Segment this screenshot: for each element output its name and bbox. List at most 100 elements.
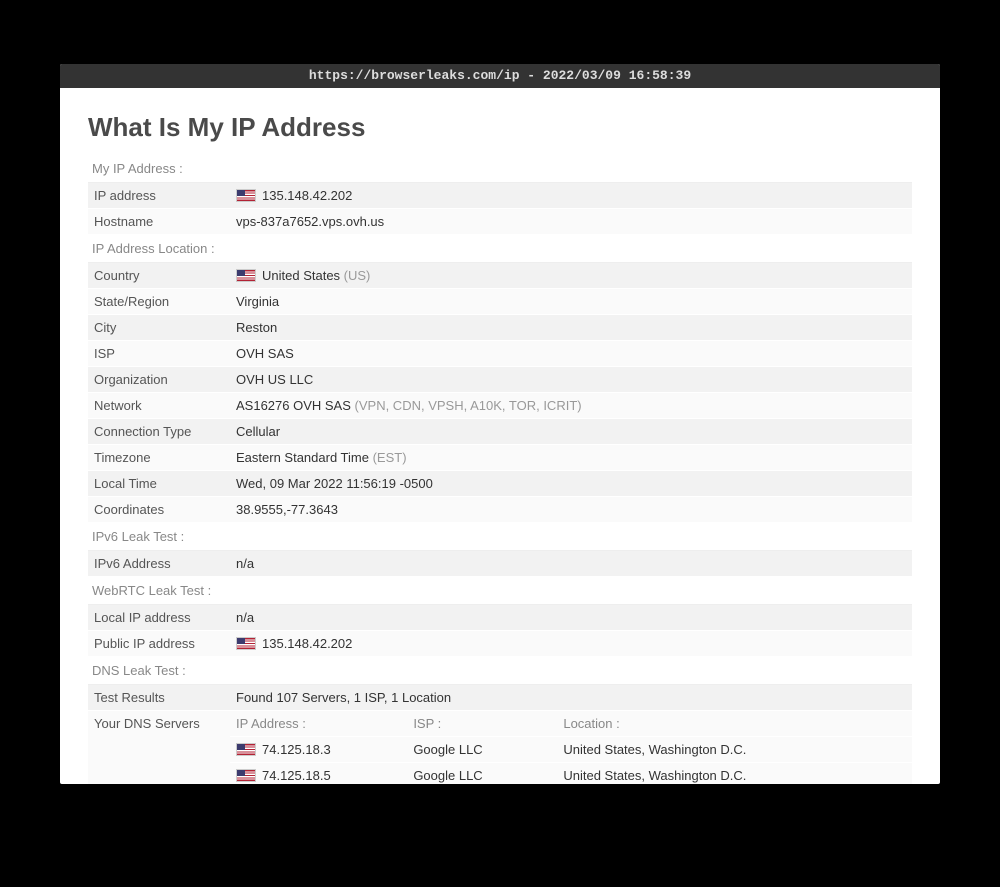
info-value: United States (US)	[230, 263, 912, 289]
dns-server-isp: Google LLC	[407, 763, 557, 785]
info-row: Local IP address n/a	[88, 605, 912, 631]
info-label: City	[88, 315, 230, 341]
info-label: Connection Type	[88, 419, 230, 445]
section-heading-webrtc: WebRTC Leak Test :	[88, 577, 912, 605]
dns-server-ip: 74.125.18.3	[230, 737, 407, 763]
info-value-text: 38.9555,-77.3643	[236, 502, 338, 517]
app-window: https://browserleaks.com/ip - 2022/03/09…	[60, 64, 940, 784]
info-row: Public IP address 135.148.42.202	[88, 631, 912, 657]
info-value: Eastern Standard Time (EST)	[230, 445, 912, 471]
info-value: AS16276 OVH SAS (VPN, CDN, VPSH, A10K, T…	[230, 393, 912, 419]
us-flag-icon	[236, 637, 256, 650]
dns-test-results-label: Test Results	[88, 685, 230, 711]
info-value-text: Wed, 09 Mar 2022 11:56:19 -0500	[236, 476, 433, 491]
info-label: IPv6 Address	[88, 551, 230, 577]
info-label: Local Time	[88, 471, 230, 497]
dns-table: Test Results Found 107 Servers, 1 ISP, 1…	[88, 685, 912, 784]
section-heading-location: IP Address Location :	[88, 235, 912, 263]
info-label: Local IP address	[88, 605, 230, 631]
page-content: What Is My IP Address My IP Address : IP…	[60, 88, 940, 784]
info-label: Public IP address	[88, 631, 230, 657]
info-value: Cellular	[230, 419, 912, 445]
info-row: Connection Type Cellular	[88, 419, 912, 445]
info-value-text: AS16276 OVH SAS	[236, 398, 351, 413]
info-value-text: Cellular	[236, 424, 280, 439]
info-value-text: Reston	[236, 320, 277, 335]
section-heading-ipv6: IPv6 Leak Test :	[88, 523, 912, 551]
info-value: Reston	[230, 315, 912, 341]
dns-servers-table: IP Address : ISP : Location : 74.125.18.…	[230, 711, 912, 784]
info-value-muted: (US)	[340, 268, 370, 283]
info-value: n/a	[230, 551, 912, 577]
dns-col-location: Location :	[557, 711, 912, 737]
info-value-muted: (VPN, CDN, VPSH, A10K, TOR, ICRIT)	[351, 398, 582, 413]
info-value-muted: (EST)	[369, 450, 407, 465]
info-value-text: n/a	[236, 556, 254, 571]
info-label: ISP	[88, 341, 230, 367]
info-row: Hostname vps-837a7652.vps.ovh.us	[88, 209, 912, 235]
dns-servers-cell: IP Address : ISP : Location : 74.125.18.…	[230, 711, 912, 785]
dns-test-results-value: Found 107 Servers, 1 ISP, 1 Location	[230, 685, 912, 711]
info-value-text: n/a	[236, 610, 254, 625]
info-value: 38.9555,-77.3643	[230, 497, 912, 523]
dns-server-ip-text: 74.125.18.5	[262, 768, 331, 783]
info-row: State/Region Virginia	[88, 289, 912, 315]
info-value-text: OVH US LLC	[236, 372, 313, 387]
us-flag-icon	[236, 743, 256, 756]
us-flag-icon	[236, 269, 256, 282]
window-titlebar: https://browserleaks.com/ip - 2022/03/09…	[60, 64, 940, 88]
info-row: IP address 135.148.42.202	[88, 183, 912, 209]
info-row: CountryUnited States (US)	[88, 263, 912, 289]
info-value: Virginia	[230, 289, 912, 315]
info-row: Coordinates 38.9555,-77.3643	[88, 497, 912, 523]
info-value: OVH US LLC	[230, 367, 912, 393]
info-label: Organization	[88, 367, 230, 393]
info-row: NetworkAS16276 OVH SAS (VPN, CDN, VPSH, …	[88, 393, 912, 419]
info-label: IP address	[88, 183, 230, 209]
info-value: Wed, 09 Mar 2022 11:56:19 -0500	[230, 471, 912, 497]
info-value-text: United States	[262, 268, 340, 283]
page-title: What Is My IP Address	[88, 112, 912, 143]
my-ip-table: IP address 135.148.42.202 Hostname vps-837a…	[88, 183, 912, 235]
info-label: Hostname	[88, 209, 230, 235]
dns-servers-label: Your DNS Servers	[88, 711, 230, 785]
info-row: ISP OVH SAS	[88, 341, 912, 367]
info-label: Timezone	[88, 445, 230, 471]
dns-server-location: United States, Washington D.C.	[557, 737, 912, 763]
dns-server-row: 74.125.18.3 Google LLCUnited States, Wash…	[230, 737, 912, 763]
info-value: n/a	[230, 605, 912, 631]
info-value-text: 135.148.42.202	[262, 636, 352, 651]
info-label: Country	[88, 263, 230, 289]
dns-server-row: 74.125.18.5 Google LLCUnited States, Wash…	[230, 763, 912, 785]
info-value-text: vps-837a7652.vps.ovh.us	[236, 214, 384, 229]
dns-server-ip: 74.125.18.5	[230, 763, 407, 785]
info-row: TimezoneEastern Standard Time (EST)	[88, 445, 912, 471]
location-table: CountryUnited States (US)State/RegionVir…	[88, 263, 912, 523]
dns-server-location: United States, Washington D.C.	[557, 763, 912, 785]
info-value: 135.148.42.202	[230, 183, 912, 209]
info-row: IPv6 Address n/a	[88, 551, 912, 577]
dns-col-isp: ISP :	[407, 711, 557, 737]
webrtc-table: Local IP address n/a Public IP address 135.…	[88, 605, 912, 657]
info-row: Local Time Wed, 09 Mar 2022 11:56:19 -050…	[88, 471, 912, 497]
info-row: City Reston	[88, 315, 912, 341]
info-label: Network	[88, 393, 230, 419]
info-value: 135.148.42.202	[230, 631, 912, 657]
dns-server-ip-text: 74.125.18.3	[262, 742, 331, 757]
info-label: State/Region	[88, 289, 230, 315]
info-value-text: 135.148.42.202	[262, 188, 352, 203]
us-flag-icon	[236, 769, 256, 782]
info-value: vps-837a7652.vps.ovh.us	[230, 209, 912, 235]
info-value-text: Virginia	[236, 294, 279, 309]
dns-server-isp: Google LLC	[407, 737, 557, 763]
info-row: Organization OVH US LLC	[88, 367, 912, 393]
dns-col-ip: IP Address :	[230, 711, 407, 737]
us-flag-icon	[236, 189, 256, 202]
section-heading-dns: DNS Leak Test :	[88, 657, 912, 685]
info-label: Coordinates	[88, 497, 230, 523]
info-value: OVH SAS	[230, 341, 912, 367]
info-value-text: Eastern Standard Time	[236, 450, 369, 465]
info-value-text: OVH SAS	[236, 346, 294, 361]
ipv6-table: IPv6 Address n/a	[88, 551, 912, 577]
section-heading-my-ip: My IP Address :	[88, 155, 912, 183]
